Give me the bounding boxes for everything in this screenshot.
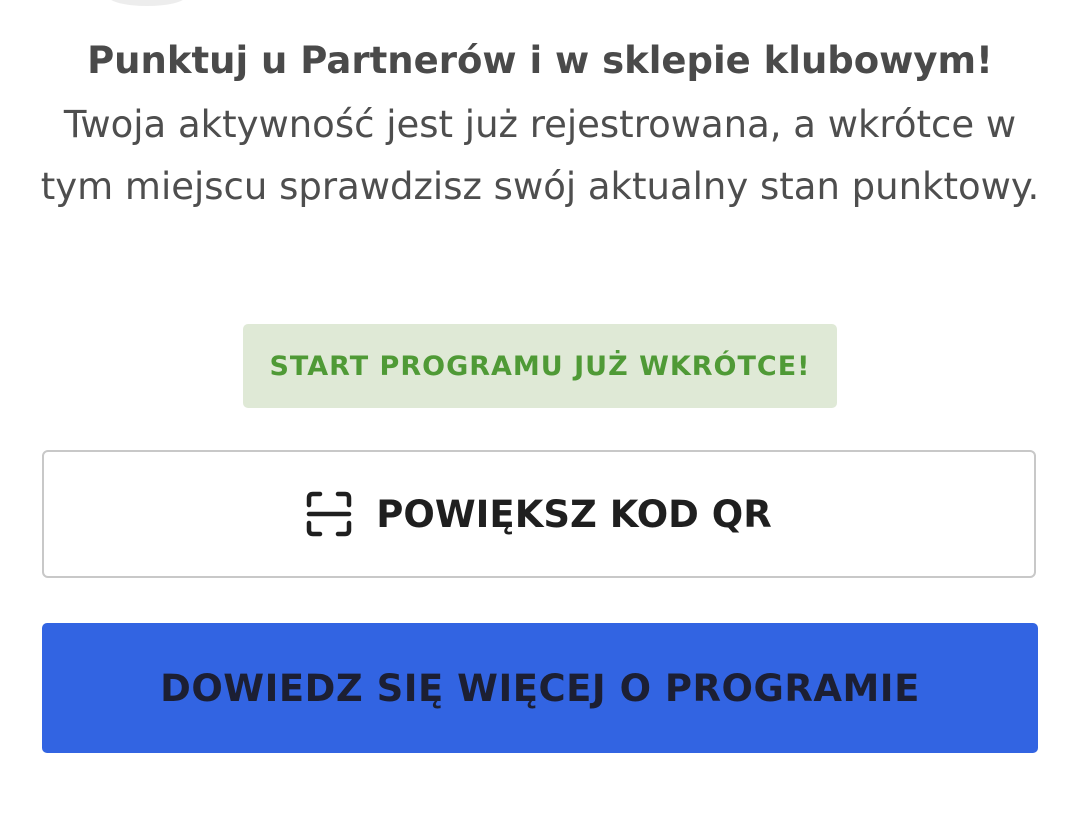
top-decoration (108, 0, 186, 6)
loyalty-description: Twoja aktywność jest już rejestrowana, a… (40, 103, 1040, 208)
program-start-badge-label: START PROGRAMU JUŻ WKRÓTCE! (269, 350, 811, 382)
program-start-badge: START PROGRAMU JUŻ WKRÓTCE! (243, 324, 837, 408)
scan-icon (306, 491, 352, 537)
learn-more-button-label: DOWIEDZ SIĘ WIĘCEJ O PROGRAMIE (160, 666, 920, 710)
loyalty-points-panel: Punktuj u Partnerów i w sklepie klubowym… (0, 0, 1080, 823)
loyalty-headline: Punktuj u Partnerów i w sklepie klubowym… (87, 39, 993, 82)
learn-more-button[interactable]: DOWIEDZ SIĘ WIĘCEJ O PROGRAMIE (42, 623, 1038, 753)
enlarge-qr-button[interactable]: POWIĘKSZ KOD QR (42, 450, 1036, 578)
enlarge-qr-button-label: POWIĘKSZ KOD QR (376, 492, 772, 536)
